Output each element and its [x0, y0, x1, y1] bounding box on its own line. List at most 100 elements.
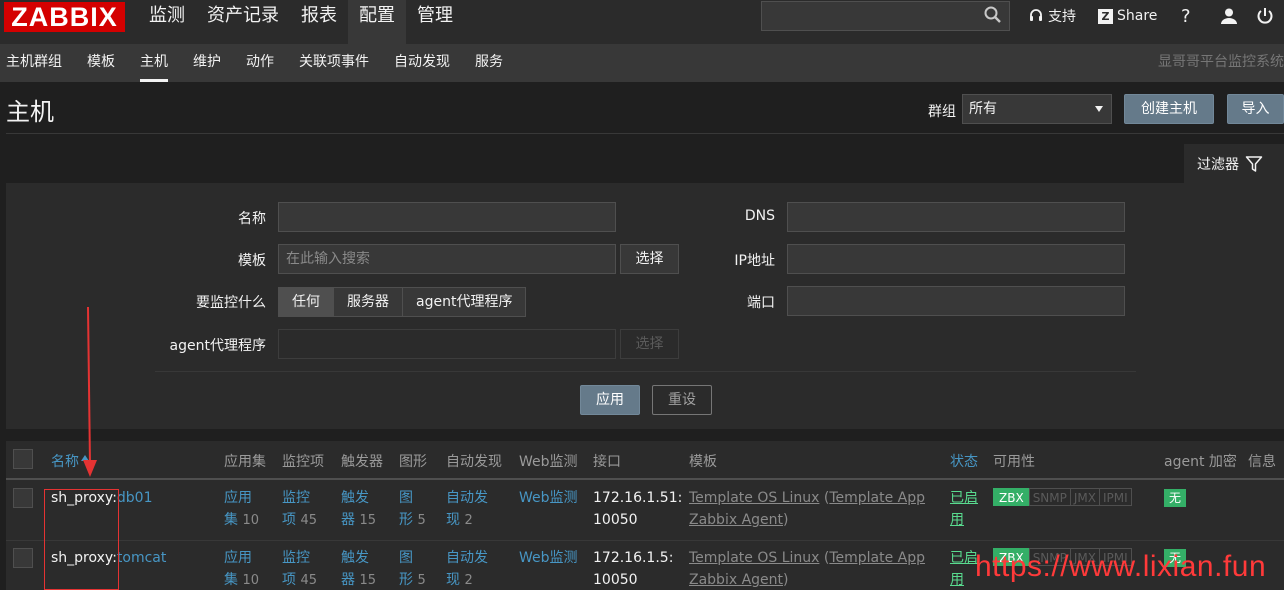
filter-divider	[155, 371, 1136, 372]
apply-button[interactable]: 应用	[580, 385, 640, 415]
headset-icon	[1030, 9, 1042, 21]
encryption-badge-cell: 无	[1164, 487, 1187, 509]
import-button[interactable]: 导入	[1227, 94, 1284, 124]
reset-button[interactable]: 重设	[652, 385, 712, 415]
filter-tab[interactable]: 过滤器	[1184, 144, 1284, 184]
ipmi-badge: IPMI	[1099, 488, 1132, 506]
port-label: 端口	[747, 295, 775, 311]
host-link[interactable]: tomcat	[117, 550, 166, 566]
menu-configuration[interactable]: 配置	[348, 0, 406, 44]
template-link[interactable]: Template App	[829, 550, 925, 566]
watermark-text: https://www.lixian.fun	[975, 550, 1267, 583]
applications-link[interactable]: 应用集 10	[224, 547, 259, 590]
support-link[interactable]: 支持	[1028, 0, 1076, 32]
interface-cell: 172.16.1.5: 10050	[593, 550, 674, 588]
group-select[interactable]: 所有	[962, 94, 1112, 124]
items-link[interactable]: 监控项 45	[282, 487, 317, 532]
web-link[interactable]: Web监测	[519, 547, 578, 569]
filter-icon	[1245, 156, 1263, 172]
header-status[interactable]: 状态	[950, 451, 978, 471]
template-input[interactable]: 在此输入搜索	[278, 244, 616, 274]
submenu-templates[interactable]: 模板	[87, 44, 115, 82]
template-select-button[interactable]: 选择	[620, 244, 679, 274]
header-discovery: 自动发现	[446, 454, 502, 470]
template-link[interactable]: Template OS Linux	[689, 550, 819, 566]
graphs-link[interactable]: 图形 5	[399, 547, 426, 590]
row-checkbox[interactable]	[13, 488, 33, 508]
triggers-link[interactable]: 触发器 15	[341, 547, 376, 590]
group-label: 群组	[928, 104, 956, 120]
submenu-services[interactable]: 服务	[475, 44, 503, 82]
search-icon[interactable]	[982, 4, 1004, 26]
header-interface: 接口	[593, 454, 621, 470]
user-profile-icon[interactable]	[1220, 7, 1238, 25]
template-link[interactable]: Zabbix Agent	[689, 572, 783, 588]
applications-link[interactable]: 应用集 10	[224, 487, 259, 532]
zabbix-logo[interactable]: ZABBIX	[4, 2, 125, 32]
template-link[interactable]: Zabbix Agent	[689, 512, 783, 528]
monitored-by-any[interactable]: 任何	[279, 288, 334, 316]
monitored-by-proxy[interactable]: agent代理程序	[403, 288, 526, 316]
group-select-value: 所有	[969, 101, 997, 117]
menu-reports[interactable]: 报表	[290, 0, 348, 44]
proxy-label: agent代理程序	[169, 338, 266, 354]
proxy-select-button: 选择	[620, 329, 679, 359]
share-link[interactable]: Z Share	[1098, 0, 1157, 32]
sub-menu: 主机群组 模板 主机 维护 动作 关联项事件 自动发现 服务	[6, 44, 528, 82]
name-input[interactable]	[278, 202, 616, 232]
proxy-input	[278, 329, 616, 359]
annotation-arrow	[83, 306, 97, 477]
select-all-checkbox[interactable]	[13, 449, 33, 469]
zbx-badge: ZBX	[993, 488, 1030, 506]
row-checkbox[interactable]	[13, 548, 33, 568]
graphs-link[interactable]: 图形 5	[399, 487, 426, 532]
header-graphs: 图形	[399, 454, 427, 470]
header-agent-encryption: agent 加密	[1164, 454, 1237, 470]
status-toggle[interactable]: 已启用	[950, 487, 978, 531]
web-link[interactable]: Web监测	[519, 487, 578, 509]
menu-administration[interactable]: 管理	[406, 0, 464, 44]
create-host-button[interactable]: 创建主机	[1124, 94, 1214, 124]
discovery-link[interactable]: 自动发现 2	[446, 547, 488, 590]
template-link[interactable]: Template App	[829, 490, 925, 506]
help-link[interactable]: ?	[1181, 0, 1191, 32]
menu-inventory[interactable]: 资产记录	[196, 0, 290, 44]
dns-input[interactable]	[787, 202, 1125, 232]
submenu-actions[interactable]: 动作	[246, 44, 274, 82]
monitored-by-label: 要监控什么	[196, 295, 266, 311]
submenu-host-groups[interactable]: 主机群组	[6, 44, 62, 82]
status-toggle[interactable]: 已启用	[950, 547, 978, 590]
submenu-hosts[interactable]: 主机	[140, 44, 168, 82]
search-input[interactable]	[761, 1, 1010, 31]
template-link[interactable]: Template OS Linux	[689, 490, 819, 506]
availability-badges: ZBX SNMP JMX IPMI	[993, 487, 1132, 509]
header-name[interactable]: 名称	[51, 451, 79, 471]
monitored-by-server[interactable]: 服务器	[334, 288, 403, 316]
header-divider	[6, 133, 1284, 134]
header-templates: 模板	[689, 454, 717, 470]
jmx-badge: JMX	[1069, 488, 1100, 506]
main-menu: 监测 资产记录 报表 配置 管理	[138, 0, 464, 44]
monitored-by-toggle: 任何 服务器 agent代理程序	[278, 287, 527, 317]
header-items: 监控项	[282, 454, 324, 470]
top-navigation-bar: ZABBIX 监测 资产记录 报表 配置 管理 支持 Z Share ?	[0, 0, 1284, 44]
filter-tab-label: 过滤器	[1197, 157, 1239, 173]
triggers-link[interactable]: 触发器 15	[341, 487, 376, 532]
ip-input[interactable]	[787, 244, 1125, 274]
dns-label: DNS	[744, 208, 775, 224]
submenu-maintenance[interactable]: 维护	[193, 44, 221, 82]
sub-navigation-bar: 主机群组 模板 主机 维护 动作 关联项事件 自动发现 服务 显哥哥平台监控系统	[0, 44, 1284, 82]
submenu-discovery[interactable]: 自动发现	[394, 44, 450, 82]
chevron-down-icon	[1095, 106, 1103, 112]
header-availability: 可用性	[993, 454, 1035, 470]
discovery-link[interactable]: 自动发现 2	[446, 487, 488, 532]
submenu-event-correlation[interactable]: 关联项事件	[299, 44, 369, 82]
row-divider	[6, 540, 1284, 541]
menu-monitoring[interactable]: 监测	[138, 0, 196, 44]
sign-out-icon[interactable]	[1257, 7, 1273, 25]
port-input[interactable]	[787, 286, 1125, 316]
share-label: Share	[1117, 8, 1158, 24]
host-link[interactable]: db01	[117, 490, 153, 506]
items-link[interactable]: 监控项 45	[282, 547, 317, 590]
header-applications: 应用集	[224, 454, 266, 470]
